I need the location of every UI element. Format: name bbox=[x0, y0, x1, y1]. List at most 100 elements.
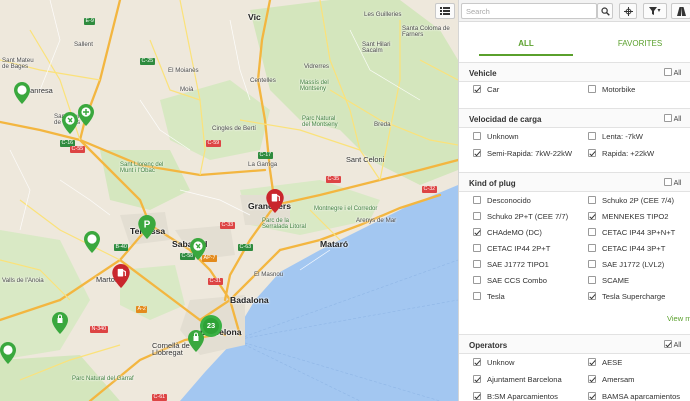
checkbox[interactable] bbox=[664, 114, 672, 122]
charging-station-marker[interactable] bbox=[84, 231, 100, 253]
option-operator[interactable]: BAMSA aparcamientos bbox=[588, 392, 680, 401]
option-plug[interactable]: SAE J1772 TIPO1 bbox=[473, 260, 549, 269]
checkbox[interactable] bbox=[588, 149, 596, 157]
charging-station-marker[interactable] bbox=[14, 82, 30, 104]
option-label: Schuko 2P (CEE 7/4) bbox=[602, 196, 675, 205]
road-shield: B-40 bbox=[114, 244, 129, 251]
filter-panel: ▾ ALL FAVORITES Vehicle All Car Motorbik… bbox=[458, 0, 690, 401]
checkbox[interactable] bbox=[664, 178, 672, 186]
map-canvas[interactable]: Vic Manresa Sant Fruitós de Bages Sant M… bbox=[0, 0, 458, 401]
charging-station-marker[interactable] bbox=[112, 264, 130, 288]
option-plug[interactable]: CHAdeMO (DC) bbox=[473, 228, 542, 237]
option-label: SCAME bbox=[602, 276, 630, 285]
charging-station-marker[interactable] bbox=[62, 112, 78, 134]
checkbox[interactable] bbox=[588, 292, 596, 300]
option-plug[interactable]: CETAC IP44 3P+N+T bbox=[588, 228, 675, 237]
checkbox[interactable] bbox=[664, 68, 672, 76]
option-label: BAMSA aparcamientos bbox=[602, 392, 681, 401]
option-plug[interactable]: SCAME bbox=[588, 276, 629, 285]
checkbox[interactable] bbox=[588, 85, 596, 93]
option-motorbike[interactable]: Motorbike bbox=[588, 85, 635, 94]
charging-station-marker[interactable] bbox=[52, 312, 68, 334]
road-shield: E-9 bbox=[84, 18, 96, 25]
checkbox[interactable] bbox=[473, 212, 481, 220]
checkbox[interactable] bbox=[588, 244, 596, 252]
checkbox[interactable] bbox=[588, 260, 596, 268]
checkbox[interactable] bbox=[664, 340, 672, 348]
place-breda: Breda bbox=[374, 121, 391, 128]
option-label: SAE CCS Combo bbox=[487, 276, 547, 285]
checkbox[interactable] bbox=[588, 375, 596, 383]
option-plug[interactable]: Schuko 2P (CEE 7/4) bbox=[588, 196, 674, 205]
charging-station-marker[interactable] bbox=[190, 238, 206, 260]
option-operator[interactable]: B:SM Aparcamientos bbox=[473, 392, 558, 401]
charging-station-marker[interactable] bbox=[266, 189, 284, 213]
option-plug[interactable]: CETAC IP44 2P+T bbox=[473, 244, 550, 253]
charging-station-marker[interactable] bbox=[0, 342, 16, 364]
checkbox[interactable] bbox=[588, 212, 596, 220]
option-operator[interactable]: Ajuntament Barcelona bbox=[473, 375, 562, 384]
option-plug[interactable]: Schuko 2P+T (CEE 7/7) bbox=[473, 212, 568, 221]
checkbox[interactable] bbox=[588, 276, 596, 284]
section-title: Operators bbox=[469, 341, 508, 350]
all-toggle[interactable]: All bbox=[664, 178, 681, 187]
charging-station-marker[interactable] bbox=[188, 330, 204, 352]
view-more-link[interactable]: View m bbox=[667, 314, 690, 323]
checkbox[interactable] bbox=[473, 375, 481, 383]
checkbox[interactable] bbox=[473, 392, 481, 400]
filter-button[interactable]: ▾ bbox=[643, 3, 667, 19]
place-parc-montseny: Parc Natural del Montseny bbox=[302, 116, 338, 128]
charging-station-marker[interactable] bbox=[78, 104, 94, 126]
all-toggle[interactable]: All bbox=[664, 68, 681, 77]
checkbox[interactable] bbox=[588, 358, 596, 366]
all-label: All bbox=[673, 180, 682, 187]
checkbox[interactable] bbox=[588, 196, 596, 204]
search-input[interactable] bbox=[461, 3, 597, 19]
all-toggle[interactable]: All bbox=[664, 114, 681, 123]
all-toggle[interactable]: All bbox=[664, 340, 681, 349]
option-operator[interactable]: Amersam bbox=[588, 375, 635, 384]
marker-cluster[interactable]: 23 bbox=[200, 315, 222, 337]
checkbox[interactable] bbox=[588, 392, 596, 400]
list-view-toggle[interactable] bbox=[435, 3, 455, 19]
option-lenta[interactable]: Lenta: -7kW bbox=[588, 132, 643, 141]
option-label: SAE J1772 TIPO1 bbox=[487, 260, 549, 269]
option-unknown[interactable]: Unknown bbox=[473, 132, 519, 141]
checkbox[interactable] bbox=[588, 132, 596, 140]
all-label: All bbox=[673, 70, 682, 77]
section-header: Vehicle All bbox=[459, 62, 690, 82]
parking-marker[interactable]: P bbox=[138, 215, 156, 239]
option-operator[interactable]: AESE bbox=[588, 358, 622, 367]
road-shield: C-63 bbox=[238, 244, 253, 251]
checkbox[interactable] bbox=[473, 276, 481, 284]
search-button[interactable] bbox=[597, 3, 613, 19]
checkbox[interactable] bbox=[473, 358, 481, 366]
option-semi-rapida[interactable]: Semi-Rapida: 7kW-22kW bbox=[473, 149, 572, 158]
checkbox[interactable] bbox=[473, 132, 481, 140]
route-button[interactable] bbox=[671, 3, 690, 19]
place-sant-hilari: Sant Hilari Sacalm bbox=[362, 41, 391, 55]
tab-all[interactable]: ALL bbox=[479, 34, 573, 56]
option-plug[interactable]: MENNEKES TIPO2 bbox=[588, 212, 669, 221]
option-plug[interactable]: Tesla bbox=[473, 292, 505, 301]
option-plug[interactable]: Tesla Supercharge bbox=[588, 292, 665, 301]
option-label: CETAC IP44 3P+T bbox=[602, 244, 666, 253]
option-car[interactable]: Car bbox=[473, 85, 499, 94]
option-plug[interactable]: CETAC IP44 3P+T bbox=[588, 244, 665, 253]
road-shield: C-33 bbox=[220, 222, 235, 229]
option-operator[interactable]: Unknow bbox=[473, 358, 514, 367]
checkbox[interactable] bbox=[473, 260, 481, 268]
tab-favorites[interactable]: FAVORITES bbox=[593, 34, 687, 54]
checkbox[interactable] bbox=[473, 244, 481, 252]
option-rapida[interactable]: Rapida: +22kW bbox=[588, 149, 654, 158]
checkbox[interactable] bbox=[473, 196, 481, 204]
checkbox[interactable] bbox=[473, 85, 481, 93]
checkbox[interactable] bbox=[473, 292, 481, 300]
option-plug[interactable]: SAE CCS Combo bbox=[473, 276, 547, 285]
checkbox[interactable] bbox=[473, 149, 481, 157]
option-plug[interactable]: Desconocido bbox=[473, 196, 531, 205]
locate-button[interactable] bbox=[619, 3, 637, 19]
checkbox[interactable] bbox=[588, 228, 596, 236]
checkbox[interactable] bbox=[473, 228, 481, 236]
option-plug[interactable]: SAE J1772 (LVL2) bbox=[588, 260, 664, 269]
